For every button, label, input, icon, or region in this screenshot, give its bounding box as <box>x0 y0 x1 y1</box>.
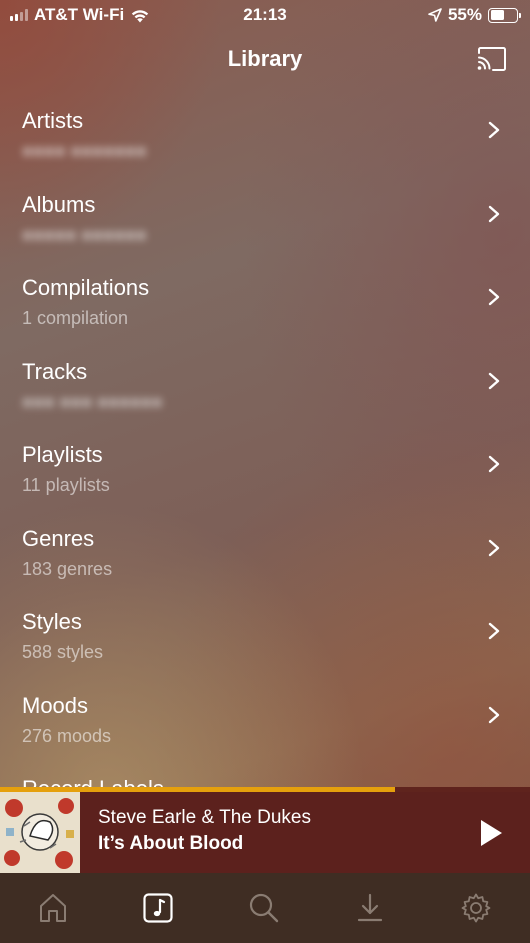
list-item-count: ■■■■ ■■■■■■■ <box>22 141 147 161</box>
chevron-right-icon <box>488 706 500 723</box>
list-item-count: 588 styles <box>22 642 104 662</box>
battery-percent: 55% <box>447 5 482 24</box>
tab-settings[interactable] <box>458 890 494 926</box>
tab-bar <box>0 873 530 943</box>
list-item-styles[interactable]: Styles 588 styles <box>0 588 530 672</box>
battery-icon <box>488 7 521 23</box>
list-item-label: Albums <box>22 191 96 217</box>
list-item-record-labels[interactable]: Record Labels <box>0 755 530 787</box>
chevron-right-icon <box>488 288 500 306</box>
status-right: 55% <box>428 5 521 25</box>
tab-search[interactable] <box>246 890 282 926</box>
list-item-count: 11 playlists <box>22 475 110 495</box>
chevron-right-icon <box>488 622 500 640</box>
now-playing-track: It’s About Blood <box>98 833 244 854</box>
list-item-moods[interactable]: Moods 276 moods <box>0 672 530 756</box>
search-icon <box>249 893 279 923</box>
music-note-icon <box>143 893 173 923</box>
chevron-right-icon <box>488 539 500 556</box>
list-item-compilations[interactable]: Compilations 1 compilation <box>0 254 530 338</box>
list-item-label: Tracks <box>22 358 88 384</box>
list-item-genres[interactable]: Genres 183 genres <box>0 505 530 589</box>
download-icon <box>357 893 383 922</box>
status-bar: AT&T Wi-Fi 21:13 55% <box>0 0 530 30</box>
list-item-label: Compilations <box>22 275 150 300</box>
library-list: Artists ■■■■ ■■■■■■■ Albums ■■■■■ ■■■■■■… <box>0 87 530 787</box>
list-item-count: 1 compilation <box>22 308 129 328</box>
list-item-label: Artists <box>22 108 84 133</box>
list-item-label: Styles <box>22 609 82 634</box>
play-icon[interactable] <box>478 818 504 848</box>
chevron-right-icon <box>488 205 500 222</box>
chevron-right-icon <box>488 121 500 139</box>
album-art[interactable] <box>0 792 80 873</box>
list-item-playlists[interactable]: Playlists 11 playlists <box>0 421 530 505</box>
list-item-label: Genres <box>22 525 95 551</box>
mini-player[interactable]: Steve Earle & The Dukes It’s About Blood <box>0 792 530 873</box>
home-icon <box>40 894 66 922</box>
list-item-label: Playlists <box>22 442 103 467</box>
tab-home[interactable] <box>35 890 71 926</box>
list-item-count: ■■■ ■■■ ■■■■■■ <box>22 391 163 412</box>
list-item-label: Moods <box>22 692 89 718</box>
chevron-right-icon <box>488 455 500 473</box>
location-arrow-icon <box>428 8 442 22</box>
tab-music[interactable] <box>140 890 176 926</box>
nav-header: Library <box>0 40 530 80</box>
list-item-label: Record Labels <box>22 776 164 787</box>
settings-icon <box>461 893 491 923</box>
list-item-count: 276 moods <box>22 725 112 746</box>
page-title: Library <box>227 46 303 71</box>
list-item-count: ■■■■■ ■■■■■■ <box>22 224 147 245</box>
tab-downloads[interactable] <box>352 890 388 926</box>
list-item-albums[interactable]: Albums ■■■■■ ■■■■■■ <box>0 171 530 255</box>
list-item-count: 183 genres <box>22 558 113 579</box>
list-item-artists[interactable]: Artists ■■■■ ■■■■■■■ <box>0 87 530 171</box>
cast-icon[interactable] <box>476 46 508 72</box>
list-item-tracks[interactable]: Tracks ■■■ ■■■ ■■■■■■ <box>0 338 530 422</box>
now-playing-artist: Steve Earle & The Dukes <box>98 807 311 828</box>
chevron-right-icon <box>488 372 500 389</box>
